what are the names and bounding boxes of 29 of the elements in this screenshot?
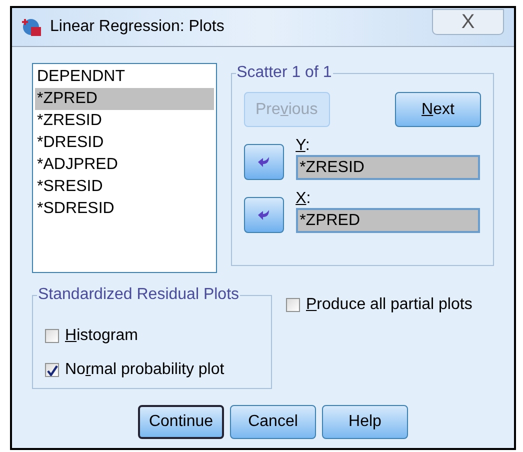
checkbox[interactable] <box>45 329 59 343</box>
move-button[interactable] <box>244 197 284 233</box>
checkbox[interactable] <box>45 363 59 377</box>
list-item[interactable]: DEPENDNT <box>35 66 214 88</box>
dialog-button[interactable]: Cancel <box>230 405 316 439</box>
checkmark-icon <box>46 364 58 376</box>
table-icon <box>22 17 42 37</box>
option-label: Produce all partial plots <box>306 295 472 315</box>
return-arrow-icon <box>256 155 271 169</box>
field-label: X: <box>296 190 312 208</box>
close-button[interactable]: X <box>432 9 504 35</box>
option-label: Normal probability plot <box>65 360 224 380</box>
dialog-button[interactable]: Continue <box>138 405 224 439</box>
list-item[interactable]: *ADJPRED <box>35 154 214 176</box>
variable-field[interactable]: *ZPRED <box>296 208 480 233</box>
list-item[interactable]: *DRESID <box>35 132 214 154</box>
field-label: Y: <box>296 137 311 155</box>
move-button[interactable] <box>244 144 284 180</box>
list-item[interactable]: *SRESID <box>35 176 214 198</box>
list-item[interactable]: *SDRESID <box>35 198 214 220</box>
list-item[interactable]: *ZPRED <box>35 88 214 110</box>
option-label: Histogram <box>65 326 138 346</box>
next-button[interactable]: Next <box>395 92 481 127</box>
variable-field[interactable]: *ZRESID <box>296 155 480 180</box>
dialog-button[interactable]: Help <box>322 405 408 439</box>
checkbox[interactable] <box>286 298 300 312</box>
return-arrow-icon <box>256 208 271 222</box>
window-title: Linear Regression: Plots <box>50 17 224 37</box>
list-item[interactable]: *ZRESID <box>35 110 214 132</box>
